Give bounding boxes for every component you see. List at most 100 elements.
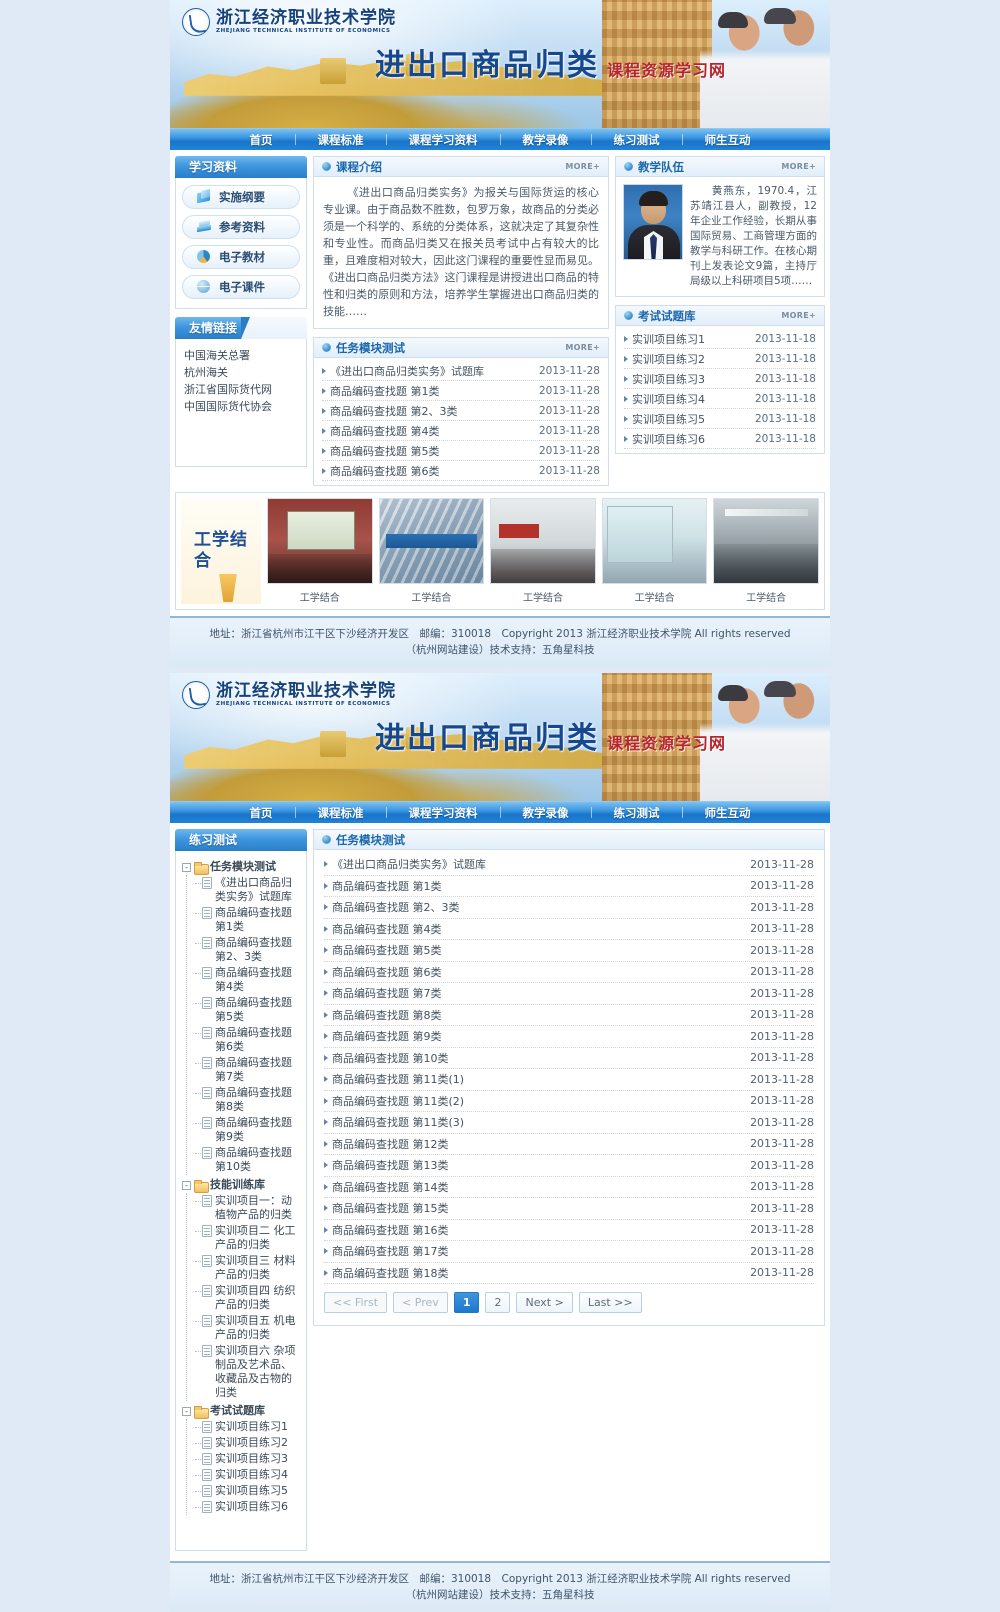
list-item[interactable]: 实训项目练习3 2013-11-18 xyxy=(624,369,816,389)
list-item[interactable]: 商品编码查找题 第5类 2013-11-28 xyxy=(322,441,600,461)
gallery-thumbnail-building[interactable] xyxy=(378,498,485,584)
gallery-item[interactable]: 工学结合 xyxy=(267,498,373,604)
pagination-prev-button[interactable]: < Prev xyxy=(393,1292,448,1313)
nav-item-interaction[interactable]: 师生互动 xyxy=(683,129,773,151)
list-item[interactable]: 商品编码查找题 第1类 2013-11-28 xyxy=(324,876,814,897)
gallery-item[interactable]: 工学结合 xyxy=(601,498,708,604)
nav-item-practice-test[interactable]: 练习测试 xyxy=(592,129,682,151)
nav-item-course-materials[interactable]: 课程学习资料 xyxy=(387,129,500,151)
pagination-next-button[interactable]: Next > xyxy=(516,1292,573,1313)
tree-item[interactable]: 实训项目二 化工产品的归类 xyxy=(195,1223,300,1253)
list-item[interactable]: 实训项目练习6 2013-11-18 xyxy=(624,429,816,449)
tree-item[interactable]: 商品编码查找题 第9类 xyxy=(195,1115,300,1145)
tree-item[interactable]: 《进出口商品归类实务》试题库 xyxy=(195,875,300,905)
pagination-page-1[interactable]: 1 xyxy=(453,1292,480,1313)
sidebar-button-electronic-courseware[interactable]: 电子课件 xyxy=(182,275,300,299)
list-item[interactable]: 商品编码查找题 第9类 2013-11-28 xyxy=(324,1026,814,1048)
list-item[interactable]: 商品编码查找题 第11类(3) 2013-11-28 xyxy=(324,1112,814,1134)
list-item[interactable]: 商品编码查找题 第4类 2013-11-28 xyxy=(322,421,600,441)
tree-item[interactable]: 商品编码查找题 第10类 xyxy=(195,1145,300,1175)
teaching-team-more-link[interactable]: MORE+ xyxy=(781,162,816,171)
sidebar-button-reference-materials[interactable]: 参考资料 xyxy=(182,215,300,239)
list-item[interactable]: 商品编码查找题 第1类 2013-11-28 xyxy=(322,381,600,401)
list-item[interactable]: 商品编码查找题 第10类 2013-11-28 xyxy=(324,1048,814,1069)
course-intro-more-link[interactable]: MORE+ xyxy=(565,162,600,171)
sidebar-button-electronic-textbook[interactable]: 电子教材 xyxy=(182,245,300,269)
list-item[interactable]: 商品编码查找题 第2、3类 2013-11-28 xyxy=(322,401,600,421)
tree-item[interactable]: 实训项目六 杂项制品及艺术品、收藏品及古物的归类 xyxy=(195,1343,300,1401)
pagination-page-2[interactable]: 2 xyxy=(485,1292,511,1313)
tree-item[interactable]: 实训项目一：动植物产品的归类 xyxy=(195,1193,300,1223)
nav-item-practice-test[interactable]: 练习测试 xyxy=(592,802,682,824)
nav-item-course-standard[interactable]: 课程标准 xyxy=(296,802,386,824)
gallery-thumbnail-office[interactable] xyxy=(713,498,819,584)
exam-bank-more-link[interactable]: MORE+ xyxy=(781,311,816,320)
tree-item[interactable]: 商品编码查找题 第6类 xyxy=(195,1025,300,1055)
list-item[interactable]: 商品编码查找题 第18类 2013-11-28 xyxy=(324,1263,814,1284)
list-item[interactable]: 商品编码查找题 第5类 2013-11-28 xyxy=(324,940,814,962)
nav-item-course-standard[interactable]: 课程标准 xyxy=(296,129,386,151)
pagination-first-button[interactable]: << First xyxy=(324,1292,388,1313)
list-item[interactable]: 商品编码查找题 第8类 2013-11-28 xyxy=(324,1005,814,1026)
tree-item[interactable]: 商品编码查找题 第4类 xyxy=(195,965,300,995)
list-item[interactable]: 商品编码查找题 第7类 2013-11-28 xyxy=(324,983,814,1005)
sidebar-button-implementation-outline[interactable]: 实施纲要 xyxy=(182,185,300,209)
list-item[interactable]: 商品编码查找题 第11类(1) 2013-11-28 xyxy=(324,1069,814,1091)
gallery-thumbnail-corridor[interactable] xyxy=(601,498,708,584)
list-item[interactable]: 《进出口商品归类实务》试题库 2013-11-28 xyxy=(322,361,600,381)
list-item[interactable]: 商品编码查找题 第15类 2013-11-28 xyxy=(324,1198,814,1220)
friendly-link-item[interactable]: 中国国际货代协会 xyxy=(184,398,298,415)
list-item[interactable]: 商品编码查找题 第12类 2013-11-28 xyxy=(324,1134,814,1155)
friendly-link-item[interactable]: 浙江省国际货代网 xyxy=(184,381,298,398)
nav-item-teaching-video[interactable]: 教学录像 xyxy=(501,129,591,151)
tree-item[interactable]: 商品编码查找题 第8类 xyxy=(195,1085,300,1115)
list-item[interactable]: 商品编码查找题 第2、3类 2013-11-28 xyxy=(324,897,814,919)
tree-item[interactable]: 实训项目练习5 xyxy=(195,1483,300,1499)
tree-group-header[interactable]: - 考试试题库 xyxy=(182,1403,300,1419)
tree-item[interactable]: 商品编码查找题 第7类 xyxy=(195,1055,300,1085)
list-item[interactable]: 实训项目练习1 2013-11-18 xyxy=(624,329,816,349)
friendly-link-item[interactable]: 杭州海关 xyxy=(184,364,298,381)
tree-collapse-toggle[interactable]: - xyxy=(182,1181,191,1190)
tree-item[interactable]: 实训项目三 材料产品的归类 xyxy=(195,1253,300,1283)
tree-item[interactable]: 实训项目练习2 xyxy=(195,1435,300,1451)
tree-group-header[interactable]: - 技能训练库 xyxy=(182,1177,300,1193)
tree-item[interactable]: 实训项目练习3 xyxy=(195,1451,300,1467)
list-item[interactable]: 实训项目练习5 2013-11-18 xyxy=(624,409,816,429)
tree-item[interactable]: 实训项目五 机电产品的归类 xyxy=(195,1313,300,1343)
list-item[interactable]: 商品编码查找题 第6类 2013-11-28 xyxy=(324,962,814,983)
tree-item[interactable]: 实训项目练习6 xyxy=(195,1499,300,1515)
tree-item[interactable]: 实训项目练习4 xyxy=(195,1467,300,1483)
list-item[interactable]: 商品编码查找题 第16类 2013-11-28 xyxy=(324,1220,814,1241)
list-item[interactable]: 商品编码查找题 第17类 2013-11-28 xyxy=(324,1241,814,1263)
list-item[interactable]: 商品编码查找题 第14类 2013-11-28 xyxy=(324,1177,814,1198)
site-logo[interactable]: 浙江经济职业技术学院 ZHEJIANG TECHNICAL INSTITUTE … xyxy=(182,8,396,36)
site-logo[interactable]: 浙江经济职业技术学院 ZHEJIANG TECHNICAL INSTITUTE … xyxy=(182,681,396,709)
tree-item[interactable]: 商品编码查找题 第2、3类 xyxy=(195,935,300,965)
tree-item[interactable]: 商品编码查找题 第1类 xyxy=(195,905,300,935)
nav-item-interaction[interactable]: 师生互动 xyxy=(683,802,773,824)
gallery-thumbnail-classroom[interactable] xyxy=(267,498,373,584)
gallery-item[interactable]: 工学结合 xyxy=(713,498,819,604)
list-item[interactable]: 《进出口商品归类实务》试题库 2013-11-28 xyxy=(324,854,814,876)
list-item[interactable]: 商品编码查找题 第4类 2013-11-28 xyxy=(324,919,814,940)
task-module-more-link[interactable]: MORE+ xyxy=(565,343,600,352)
list-item[interactable]: 商品编码查找题 第13类 2013-11-28 xyxy=(324,1155,814,1177)
tree-group-header[interactable]: - 任务模块测试 xyxy=(182,859,300,875)
friendly-link-item[interactable]: 中国海关总署 xyxy=(184,347,298,364)
nav-item-home[interactable]: 首页 xyxy=(228,129,295,151)
main-navigation[interactable]: 首页 课程标准 课程学习资料 教学录像 练习测试 师生互动 xyxy=(170,128,830,150)
tree-item[interactable]: 实训项目练习1 xyxy=(195,1419,300,1435)
tree-collapse-toggle[interactable]: - xyxy=(182,1407,191,1416)
nav-item-course-materials[interactable]: 课程学习资料 xyxy=(387,802,500,824)
gallery-thumbnail-service-hall[interactable] xyxy=(490,498,596,584)
list-item[interactable]: 实训项目练习2 2013-11-18 xyxy=(624,349,816,369)
list-item[interactable]: 实训项目练习4 2013-11-18 xyxy=(624,389,816,409)
nav-item-teaching-video[interactable]: 教学录像 xyxy=(501,802,591,824)
tree-collapse-toggle[interactable]: - xyxy=(182,863,191,872)
list-item[interactable]: 商品编码查找题 第6类 2013-11-28 xyxy=(322,461,600,481)
tree-item[interactable]: 实训项目四 纺织产品的归类 xyxy=(195,1283,300,1313)
pagination[interactable]: << First < Prev 1 2 Next > Last >> xyxy=(314,1284,824,1325)
nav-item-home[interactable]: 首页 xyxy=(228,802,295,824)
main-navigation[interactable]: 首页 课程标准 课程学习资料 教学录像 练习测试 师生互动 xyxy=(170,801,830,823)
